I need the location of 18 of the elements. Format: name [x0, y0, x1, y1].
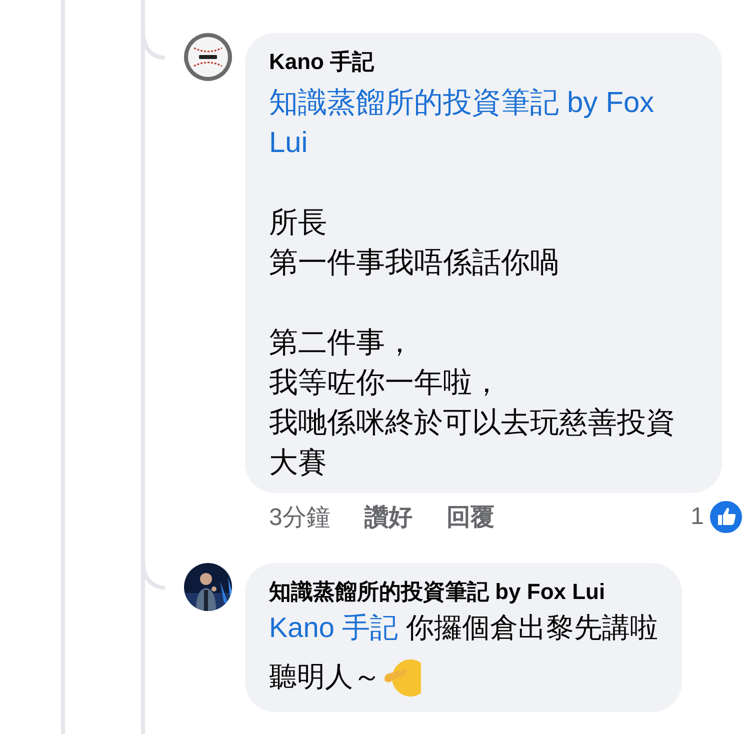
author-name[interactable]: Kano 手記: [269, 46, 698, 78]
baseball-avatar[interactable]: [184, 33, 232, 81]
emoji-icon: [383, 657, 421, 697]
comment-text: 第二件事，: [269, 326, 415, 361]
reply-link[interactable]: 回覆: [446, 501, 494, 533]
comment-text: 所長: [269, 206, 328, 241]
mention-link[interactable]: 知識蒸餾所的投資筆記 by Fox Lui: [269, 83, 698, 163]
comment-text: Kano 手記 你攞個倉出黎先講啦: [269, 611, 658, 645]
like-link[interactable]: 讚好: [364, 501, 412, 533]
mention-link[interactable]: Kano 手記: [269, 612, 398, 643]
comment-text: 我哋係咪終於可以去玩慈善投資大賽: [269, 406, 676, 481]
timestamp: 3分鐘: [269, 503, 330, 533]
like-icon: [708, 499, 744, 535]
comment-text: 聽明人～: [269, 660, 381, 694]
author-name[interactable]: 知識蒸餾所的投資筆記 by Fox Lui: [269, 576, 658, 608]
reaction-count[interactable]: 1: [690, 503, 704, 531]
comment-text: 第一件事我唔係話你喎: [269, 246, 560, 281]
comment-text: 我等咗你一年啦，: [269, 366, 502, 401]
